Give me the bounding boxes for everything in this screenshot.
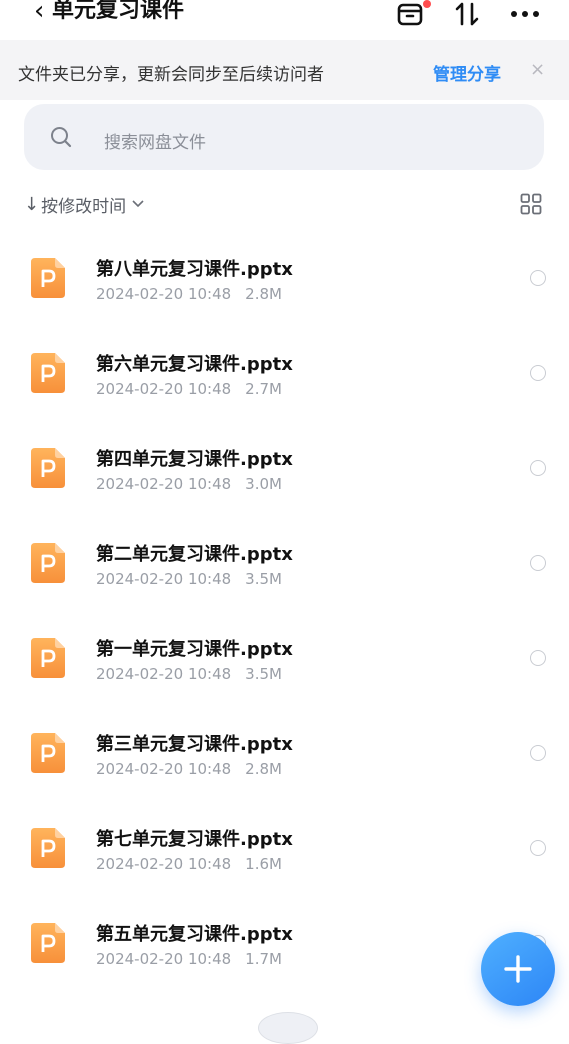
notification-dot: [423, 0, 431, 8]
file-size: 1.6M: [245, 855, 282, 873]
ppt-file-icon: [31, 543, 65, 583]
ppt-file-icon: [31, 638, 65, 678]
page-title: 单元复习课件: [52, 0, 185, 23]
file-name: 第七单元复习课件.pptx: [96, 829, 293, 850]
file-name: 第五单元复习课件.pptx: [96, 924, 293, 945]
file-meta: 2024-02-20 10:48 2.7M: [96, 380, 282, 398]
file-size: 3.0M: [245, 475, 282, 493]
search-input[interactable]: 搜索网盘文件: [24, 104, 544, 170]
select-radio[interactable]: [530, 555, 546, 571]
list-item[interactable]: 第六单元复习课件.pptx 2024-02-20 10:48 2.7M: [0, 315, 569, 410]
list-item[interactable]: 第八单元复习课件.pptx 2024-02-20 10:48 2.8M: [0, 220, 569, 315]
file-size: 2.8M: [245, 760, 282, 778]
ppt-file-icon: [31, 258, 65, 298]
ppt-file-icon: [31, 923, 65, 963]
select-radio[interactable]: [530, 365, 546, 381]
file-size: 2.8M: [245, 285, 282, 303]
chevron-down-icon: [132, 196, 144, 212]
chevron-left-icon[interactable]: ‹: [34, 0, 44, 26]
file-date: 2024-02-20 10:48: [96, 760, 232, 778]
file-name: 第二单元复习课件.pptx: [96, 544, 293, 565]
file-meta: 2024-02-20 10:48 2.8M: [96, 285, 282, 303]
file-meta: 2024-02-20 10:48 3.5M: [96, 570, 282, 588]
search-icon: [51, 127, 72, 148]
file-name: 第六单元复习课件.pptx: [96, 354, 293, 375]
file-meta: 2024-02-20 10:48 3.0M: [96, 475, 282, 493]
file-meta: 2024-02-20 10:48 1.6M: [96, 855, 282, 873]
share-banner: 文件夹已分享，更新会同步至后续访问者 管理分享 ×: [0, 40, 569, 100]
close-icon[interactable]: ×: [530, 59, 545, 80]
bottom-handle[interactable]: [258, 1012, 318, 1044]
select-radio[interactable]: [530, 460, 546, 476]
more-icon[interactable]: [508, 0, 542, 28]
sort-transfer-icon[interactable]: [452, 0, 482, 28]
arrow-down-icon: ↓: [24, 193, 40, 215]
list-item[interactable]: 第一单元复习课件.pptx 2024-02-20 10:48 3.5M: [0, 600, 569, 695]
select-radio[interactable]: [530, 745, 546, 761]
manage-share-link[interactable]: 管理分享: [433, 60, 501, 85]
file-size: 3.5M: [245, 665, 282, 683]
ppt-file-icon: [31, 448, 65, 488]
file-meta: 2024-02-20 10:48 1.7M: [96, 950, 282, 968]
list-item[interactable]: 第七单元复习课件.pptx 2024-02-20 10:48 1.6M: [0, 790, 569, 885]
select-radio[interactable]: [530, 840, 546, 856]
file-date: 2024-02-20 10:48: [96, 475, 232, 493]
file-meta: 2024-02-20 10:48 2.8M: [96, 760, 282, 778]
file-date: 2024-02-20 10:48: [96, 855, 232, 873]
top-bar: ‹ 单元复习课件: [0, 0, 569, 40]
file-size: 1.7M: [245, 950, 282, 968]
add-button[interactable]: [481, 932, 555, 1006]
list-item[interactable]: 第三单元复习课件.pptx 2024-02-20 10:48 2.8M: [0, 695, 569, 790]
select-radio[interactable]: [530, 270, 546, 286]
share-banner-text: 文件夹已分享，更新会同步至后续访问者: [18, 65, 324, 85]
ppt-file-icon: [31, 828, 65, 868]
plus-icon: [504, 955, 532, 983]
file-date: 2024-02-20 10:48: [96, 950, 232, 968]
file-date: 2024-02-20 10:48: [96, 380, 232, 398]
file-name: 第八单元复习课件.pptx: [96, 259, 293, 280]
ppt-file-icon: [31, 733, 65, 773]
recycle-bin-icon[interactable]: [396, 0, 424, 28]
file-size: 3.5M: [245, 570, 282, 588]
file-size: 2.7M: [245, 380, 282, 398]
list-item[interactable]: 第二单元复习课件.pptx 2024-02-20 10:48 3.5M: [0, 505, 569, 600]
file-meta: 2024-02-20 10:48 3.5M: [96, 665, 282, 683]
file-date: 2024-02-20 10:48: [96, 570, 232, 588]
grid-view-icon[interactable]: [520, 193, 542, 215]
file-date: 2024-02-20 10:48: [96, 665, 232, 683]
search-placeholder: 搜索网盘文件: [104, 133, 206, 153]
file-name: 第一单元复习课件.pptx: [96, 639, 293, 660]
file-name: 第四单元复习课件.pptx: [96, 449, 293, 470]
sort-label: 按修改时间: [41, 196, 127, 217]
sort-dropdown[interactable]: ↓ 按修改时间: [24, 190, 144, 218]
file-date: 2024-02-20 10:48: [96, 285, 232, 303]
ppt-file-icon: [31, 353, 65, 393]
file-name: 第三单元复习课件.pptx: [96, 734, 293, 755]
select-radio[interactable]: [530, 650, 546, 666]
list-item[interactable]: 第四单元复习课件.pptx 2024-02-20 10:48 3.0M: [0, 410, 569, 505]
